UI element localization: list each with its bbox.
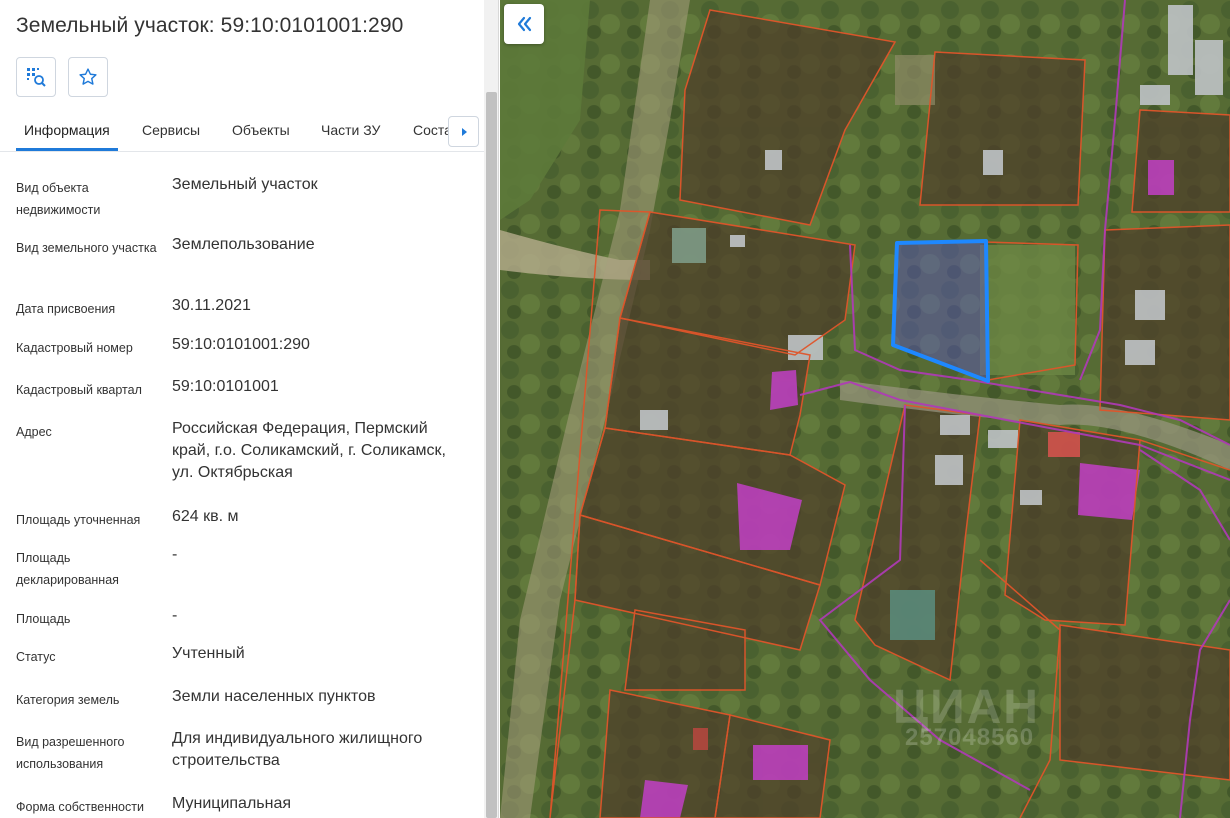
info-label: Кадастровый квартал bbox=[16, 383, 142, 397]
info-value: 59:10:0101001 bbox=[172, 378, 279, 395]
info-value: Учтенный bbox=[172, 645, 245, 662]
page-title: Земельный участок: 59:10:0101001:290 bbox=[16, 14, 404, 37]
map-view[interactable] bbox=[500, 0, 1230, 818]
info-label: Форма собственности bbox=[16, 800, 144, 814]
tab-parts[interactable]: Части ЗУ bbox=[321, 122, 380, 138]
double-chevron-left-icon bbox=[517, 16, 532, 32]
tab-services[interactable]: Сервисы bbox=[142, 122, 200, 138]
info-value: - bbox=[172, 607, 178, 624]
active-tab-indicator bbox=[16, 148, 118, 151]
info-value: 59:10:0101001:290 bbox=[172, 336, 310, 353]
info-label: Площадь уточненная bbox=[16, 513, 141, 527]
favorite-button[interactable] bbox=[68, 57, 108, 97]
info-value: Муниципальная bbox=[172, 795, 292, 812]
info-value: 30.11.2021 bbox=[172, 297, 251, 314]
satellite-map[interactable] bbox=[500, 0, 1230, 818]
info-value: Земельный участок bbox=[172, 176, 318, 193]
info-label: Вид земельного участка bbox=[16, 241, 157, 255]
info-value: - bbox=[172, 546, 178, 563]
info-label: Площадь декларированная bbox=[16, 551, 119, 587]
tab-bar: Информация Сервисы Объекты Части ЗУ Сост… bbox=[0, 112, 484, 152]
tabs-scroll-right-button[interactable] bbox=[448, 116, 479, 147]
info-label: Адрес bbox=[16, 425, 52, 439]
info-label: Категория земель bbox=[16, 693, 120, 707]
panel-scrollbar-thumb[interactable] bbox=[486, 92, 497, 818]
map-locate-icon bbox=[27, 68, 46, 87]
tab-objects[interactable]: Объекты bbox=[232, 122, 290, 138]
info-label: Кадастровый номер bbox=[16, 341, 133, 355]
info-label: Статус bbox=[16, 650, 56, 664]
caret-right-icon bbox=[461, 127, 467, 136]
info-panel: Земельный участок: 59:10:0101001:290 Инф… bbox=[0, 0, 499, 818]
info-label: Дата присвоения bbox=[16, 302, 116, 316]
info-label: Вид разрешенного использования bbox=[16, 735, 125, 771]
info-label: Вид объекта недвижимости bbox=[16, 181, 101, 217]
collapse-panel-button[interactable] bbox=[504, 4, 544, 44]
address-value: Российская Федерация, Пермский край, г.о… bbox=[172, 420, 446, 481]
info-value: Земли населенных пунктов bbox=[172, 688, 376, 705]
info-value: 624 кв. м bbox=[172, 508, 239, 525]
info-value: Землепользование bbox=[172, 236, 315, 253]
info-value: Для индивидуального жилищного строительс… bbox=[172, 730, 423, 769]
locate-on-map-button[interactable] bbox=[16, 57, 56, 97]
star-icon bbox=[79, 68, 97, 85]
info-label: Площадь bbox=[16, 612, 71, 626]
tab-information[interactable]: Информация bbox=[24, 122, 110, 138]
watermark-id: 257048560 bbox=[905, 724, 1035, 751]
tab-composition[interactable]: Соста bbox=[413, 122, 452, 138]
